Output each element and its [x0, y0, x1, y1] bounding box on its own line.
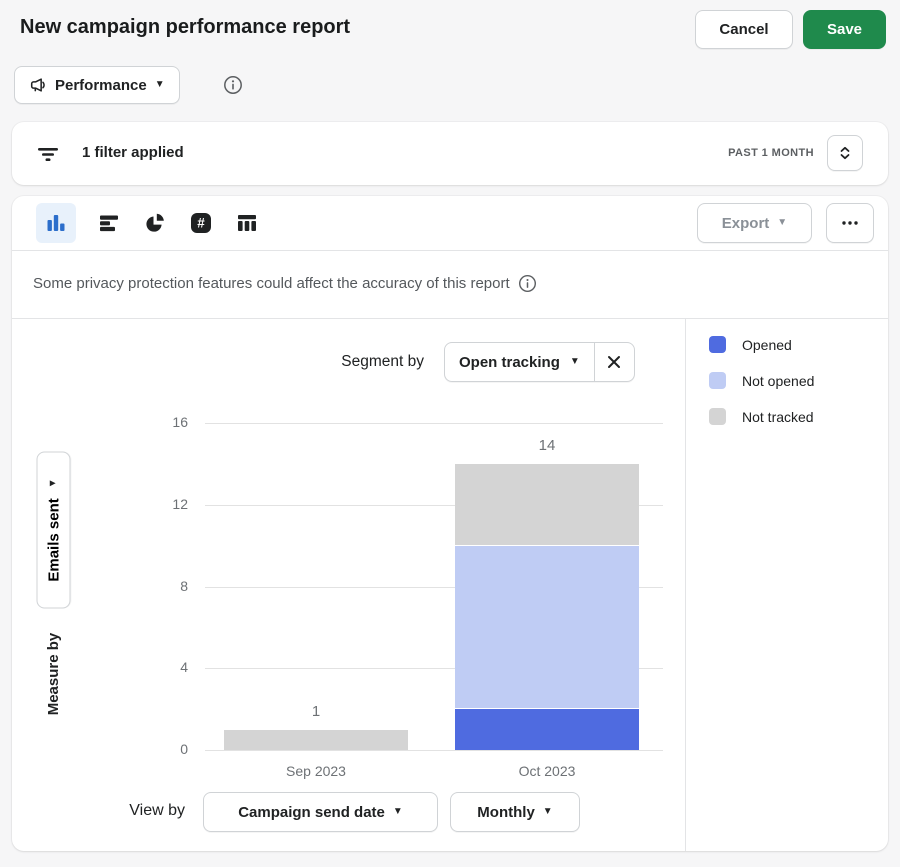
export-dropdown[interactable]: Export ▼ [697, 203, 812, 243]
view-by-label: View by [110, 802, 185, 820]
chart-type-switcher: # [36, 203, 260, 243]
date-range-expand-button[interactable] [827, 135, 863, 171]
report-type-label: Performance [55, 77, 147, 94]
table-icon[interactable] [234, 203, 260, 243]
bar-segment-not-opened[interactable] [455, 546, 639, 709]
y-axis-tick-label: 16 [142, 414, 188, 430]
view-by-dimension-value: Campaign send date [238, 804, 385, 821]
svg-text:#: # [197, 216, 205, 231]
megaphone-icon [29, 76, 47, 94]
chart-type-toolbar: # Export ▼ [12, 196, 888, 251]
x-axis-label: Oct 2023 [477, 763, 617, 779]
chevron-down-icon: ▼ [393, 807, 403, 817]
privacy-notice-row: Some privacy protection features could a… [12, 251, 888, 319]
bar-total-label: 1 [276, 703, 356, 720]
horizontal-bar-chart-icon[interactable] [96, 203, 122, 243]
segment-by-control: Open tracking ▼ [444, 342, 635, 382]
legend-label: Not opened [742, 373, 814, 389]
filter-bar[interactable]: 1 filter applied PAST 1 MONTH [12, 122, 888, 185]
chart-region: Segment by Open tracking ▼ 0 4 8 12 16 1 Sep 2… [12, 319, 685, 851]
segment-by-dropdown[interactable]: Open tracking ▼ [445, 343, 594, 381]
grid-line [205, 750, 663, 751]
chart-legend-divider [685, 319, 686, 851]
legend-item[interactable]: Not opened [709, 372, 814, 389]
ellipsis-icon [841, 220, 859, 226]
filter-icon [36, 142, 60, 166]
export-label: Export [722, 215, 770, 232]
x-icon [607, 355, 621, 369]
report-panel: # Export ▼ Some privacy protection featu… [12, 196, 888, 851]
legend-item[interactable]: Opened [709, 336, 814, 353]
chevron-down-icon: ▼ [155, 80, 165, 90]
segment-by-label: Segment by [314, 353, 424, 371]
bar-segment-opened[interactable] [455, 709, 639, 750]
bar-total-label: 14 [507, 437, 587, 454]
chevron-down-icon: ▼ [570, 357, 580, 367]
y-axis-tick-label: 12 [142, 496, 188, 512]
donut-chart-icon[interactable] [142, 203, 168, 243]
bar-segment-not-tracked[interactable] [455, 464, 639, 545]
legend-swatch [709, 408, 726, 425]
chevron-icon: ▼ [49, 478, 59, 488]
remove-segment-button[interactable] [594, 343, 634, 381]
legend-item[interactable]: Not tracked [709, 408, 814, 425]
legend-label: Opened [742, 337, 792, 353]
privacy-info-icon[interactable] [518, 274, 537, 293]
legend-label: Not tracked [742, 409, 814, 425]
report-builder-screen: New campaign performance report Cancel S… [0, 0, 900, 867]
bar-segment-not-tracked[interactable] [224, 730, 408, 750]
measure-axis-dropdown[interactable]: Emails sent ▼ [37, 452, 71, 609]
date-range-label: PAST 1 MONTH [728, 147, 814, 159]
y-axis-tick-label: 0 [142, 741, 188, 757]
chevron-down-icon: ▼ [777, 218, 787, 228]
measure-axis-label: Emails sent [45, 498, 62, 581]
chevron-down-icon: ▼ [543, 807, 553, 817]
view-by-granularity-dropdown[interactable]: Monthly ▼ [450, 792, 580, 832]
view-by-granularity-value: Monthly [477, 804, 535, 821]
column-chart-icon[interactable] [36, 203, 76, 243]
measure-by-label: Measure by [45, 614, 65, 734]
report-type-info-icon[interactable] [223, 75, 243, 95]
chart-legend: Opened Not opened Not tracked [709, 336, 814, 425]
grid-line [205, 423, 663, 424]
page-title: New campaign performance report [20, 16, 350, 39]
privacy-notice-text: Some privacy protection features could a… [33, 275, 510, 292]
y-axis-tick-label: 4 [142, 659, 188, 675]
segment-by-value: Open tracking [459, 354, 560, 371]
save-button[interactable]: Save [803, 10, 886, 49]
view-by-dimension-dropdown[interactable]: Campaign send date ▼ [203, 792, 438, 832]
more-options-button[interactable] [826, 203, 874, 243]
y-axis-tick-label: 8 [142, 578, 188, 594]
legend-swatch [709, 336, 726, 353]
cancel-button[interactable]: Cancel [695, 10, 793, 49]
legend-swatch [709, 372, 726, 389]
single-number-icon[interactable]: # [188, 203, 214, 243]
filter-applied-text: 1 filter applied [82, 144, 184, 161]
x-axis-label: Sep 2023 [246, 763, 386, 779]
report-type-dropdown[interactable]: Performance ▼ [14, 66, 180, 104]
